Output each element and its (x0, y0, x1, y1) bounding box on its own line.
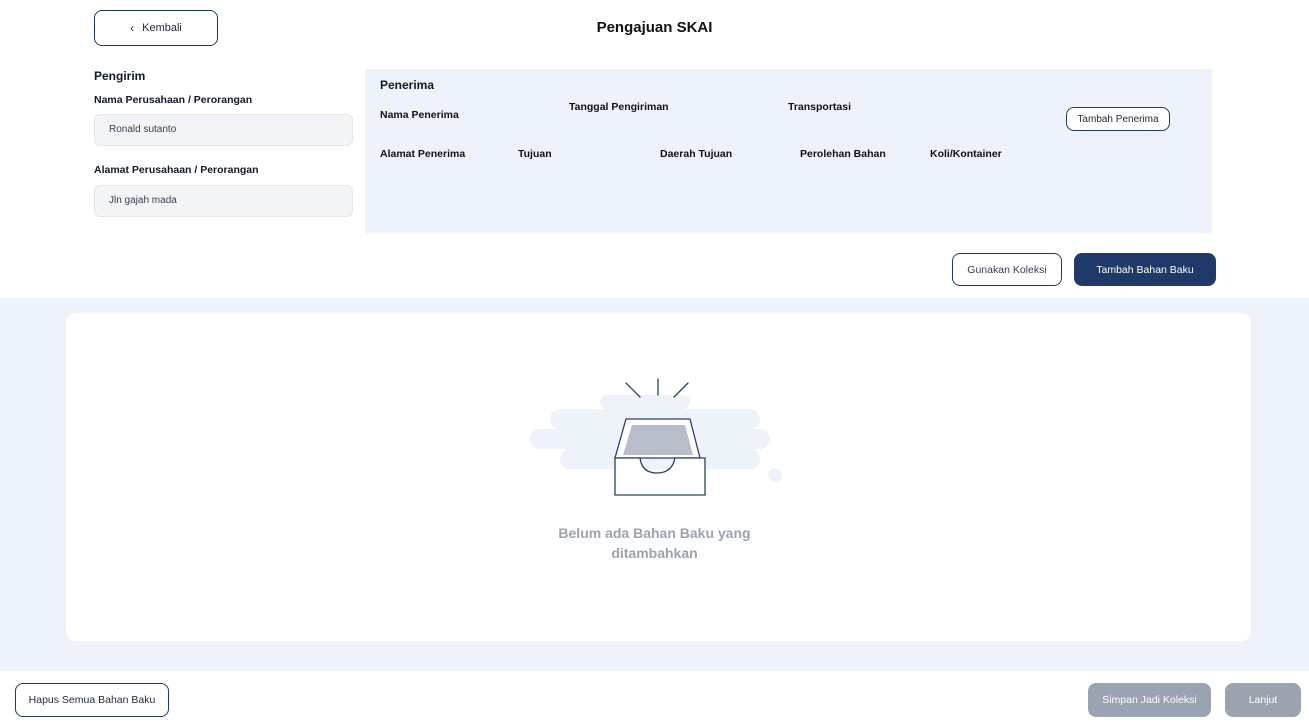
empty-inbox-icon (530, 378, 782, 496)
page-title: Pengajuan SKAI (596, 19, 713, 36)
recipient-col-koli: Koli/Kontainer (930, 148, 1002, 160)
use-collection-button[interactable]: Gunakan Koleksi (952, 253, 1062, 286)
recipient-col-tanggal: Tanggal Pengiriman (569, 101, 669, 113)
recipient-col-nama: Nama Penerima (380, 109, 459, 121)
recipient-col-perolehan: Perolehan Bahan (800, 148, 886, 160)
recipient-col-tujuan: Tujuan (518, 148, 552, 160)
next-button[interactable]: Lanjut (1225, 683, 1301, 717)
recipient-col-daerah: Daerah Tujuan (660, 148, 733, 160)
sender-address-field[interactable]: Jln gajah mada (94, 185, 353, 217)
add-material-button[interactable]: Tambah Bahan Baku (1074, 253, 1216, 286)
recipient-title: Penerima (380, 78, 435, 92)
sender-address-label: Alamat Perusahaan / Perorangan (94, 164, 259, 176)
empty-state-line1: Belum ada Bahan Baku yang (558, 525, 751, 541)
sender-name-field[interactable]: Ronald sutanto (94, 114, 353, 146)
recipient-col-transportasi: Transportasi (788, 101, 852, 113)
add-recipient-button[interactable]: Tambah Penerima (1066, 107, 1170, 131)
sender-name-label: Nama Perusahaan / Perorangan (94, 94, 253, 106)
save-collection-button[interactable]: Simpan Jadi Koleksi (1088, 683, 1211, 717)
recipient-panel (365, 69, 1212, 233)
sender-title: Pengirim (94, 69, 146, 83)
empty-state-line2: ditambahkan (611, 545, 698, 561)
empty-state-text: Belum ada Bahan Baku yang ditambahkan (0, 523, 1309, 563)
recipient-col-alamat: Alamat Penerima (380, 148, 466, 160)
clear-all-materials-button[interactable]: Hapus Semua Bahan Baku (15, 683, 169, 717)
